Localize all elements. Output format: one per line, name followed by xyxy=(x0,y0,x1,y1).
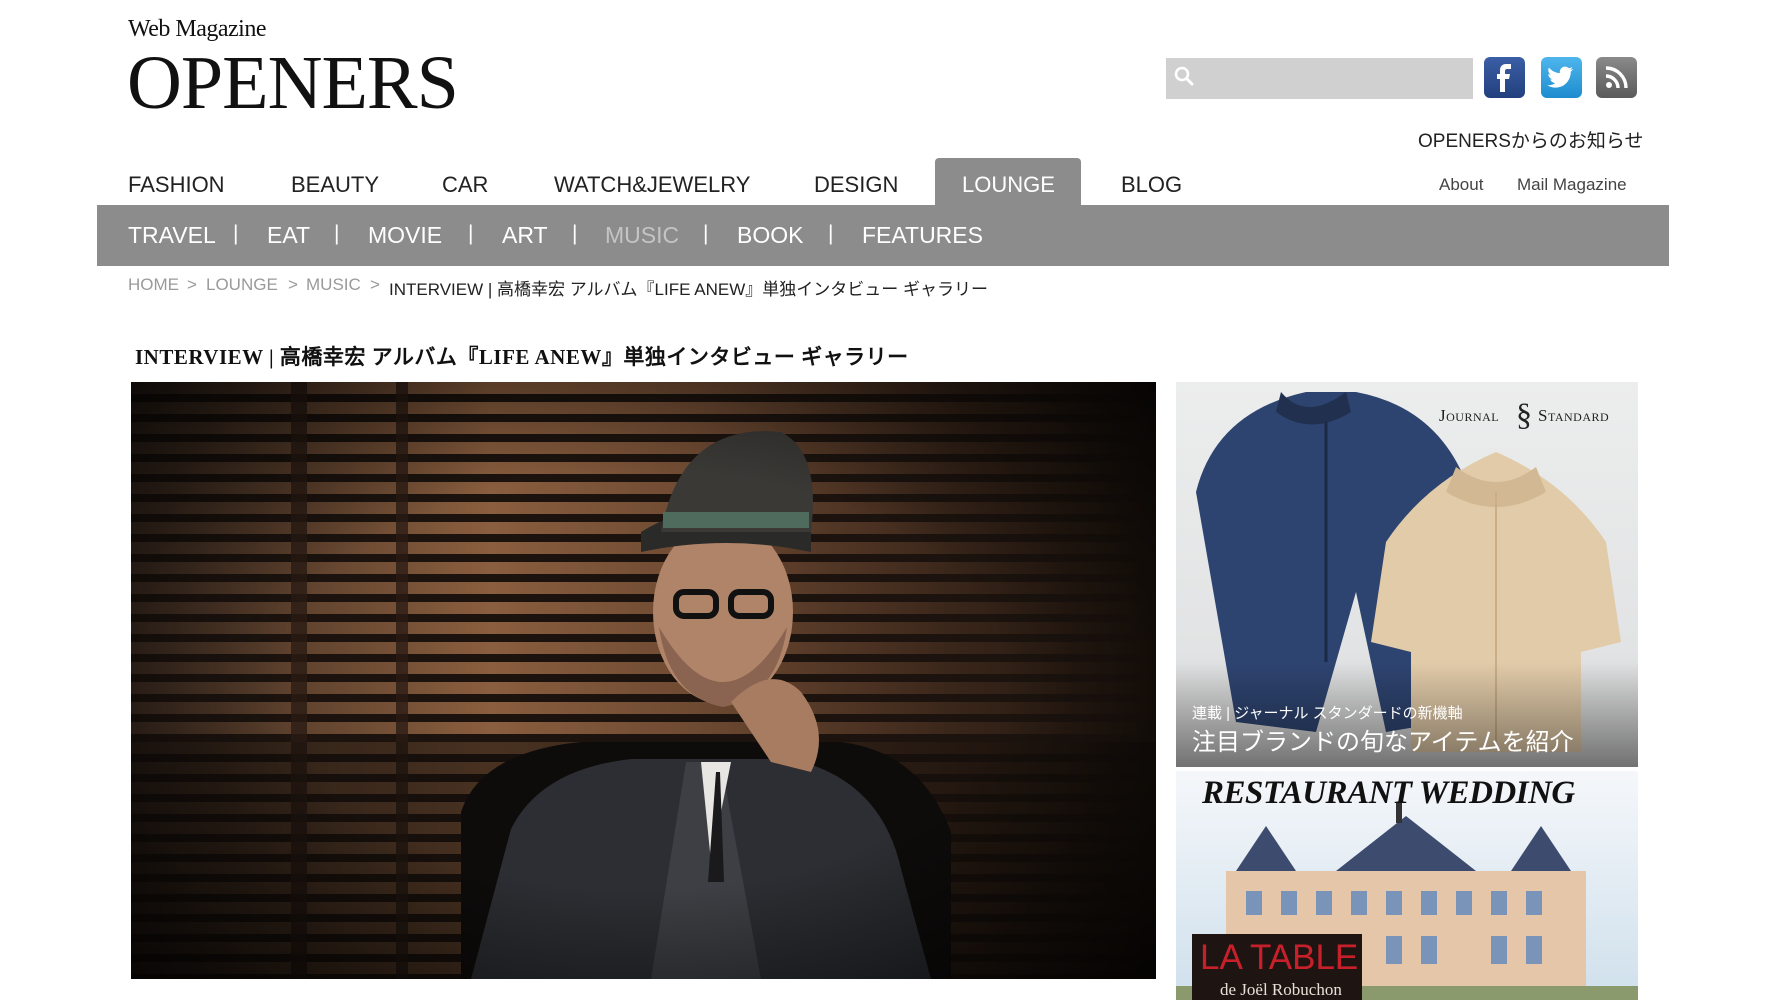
breadcrumb-separator: > xyxy=(187,275,197,294)
site-logo[interactable]: OPENERS xyxy=(127,38,459,128)
nav-design[interactable]: DESIGN xyxy=(814,172,898,198)
subnav-separator: | xyxy=(828,222,834,245)
breadcrumb-music[interactable]: MUSIC xyxy=(306,275,361,295)
nav-fashion[interactable]: FASHION xyxy=(128,172,225,198)
subnav-movie[interactable]: MOVIE xyxy=(368,222,442,249)
subnav-features[interactable]: FEATURES xyxy=(862,222,983,249)
ad-caption-large: 注目ブランドの旬なアイテムを紹介 xyxy=(1192,730,1574,756)
nav-beauty[interactable]: BEAUTY xyxy=(291,172,379,198)
nav-lounge[interactable]: LOUNGE xyxy=(962,172,1055,198)
nav-watch-jewelry[interactable]: WATCH&JEWELRY xyxy=(554,172,750,198)
mail-magazine-link[interactable]: Mail Magazine xyxy=(1517,175,1627,195)
journal-standard-logo-mark: § xyxy=(1516,396,1532,432)
journal-standard-ad[interactable]: Journal § Standard 連載 | ジャーナル スタンダードの新機軸… xyxy=(1176,382,1638,767)
ad-caption-small: 連載 | ジャーナル スタンダードの新機軸 xyxy=(1192,705,1463,722)
about-link[interactable]: About xyxy=(1439,175,1483,195)
subnav-separator: | xyxy=(572,222,578,245)
nav-car[interactable]: CAR xyxy=(442,172,488,198)
restaurant-wedding-ad[interactable]: RESTAURANT WEDDING LA TABLE de Joël Robu… xyxy=(1176,771,1638,1000)
subnav-separator: | xyxy=(703,222,709,245)
journal-standard-brand-left: Journal xyxy=(1439,406,1500,425)
rss-icon[interactable] xyxy=(1596,57,1637,98)
la-table-logo: LA TABLE xyxy=(1200,938,1359,977)
article-title: INTERVIEW | 高橋幸宏 アルバム『LIFE ANEW』単独インタビュー… xyxy=(135,345,909,369)
search-input[interactable] xyxy=(1166,58,1473,99)
breadcrumb-home[interactable]: HOME xyxy=(128,275,179,295)
subnav-music[interactable]: MUSIC xyxy=(605,222,679,249)
breadcrumb-current: INTERVIEW | 高橋幸宏 アルバム『LIFE ANEW』単独インタビュー… xyxy=(389,280,988,299)
hero-photo[interactable] xyxy=(131,382,1156,979)
subnav-art[interactable]: ART xyxy=(502,222,548,249)
la-table-logo-sub: de Joël Robuchon xyxy=(1220,980,1342,999)
breadcrumb-lounge[interactable]: LOUNGE xyxy=(206,275,278,295)
breadcrumb-separator: > xyxy=(288,275,298,294)
facebook-icon[interactable] xyxy=(1484,57,1525,98)
breadcrumb-separator: > xyxy=(370,275,380,294)
subnav-book[interactable]: BOOK xyxy=(737,222,803,249)
subnav-separator: | xyxy=(334,222,340,245)
subnav-travel[interactable]: TRAVEL xyxy=(128,222,216,249)
journal-standard-brand-right: Standard xyxy=(1538,406,1610,425)
subnav-separator: | xyxy=(468,222,474,245)
nav-blog[interactable]: BLOG xyxy=(1121,172,1182,198)
ad-headline: RESTAURANT WEDDING xyxy=(1202,775,1575,811)
search-icon[interactable] xyxy=(1172,64,1196,88)
twitter-icon[interactable] xyxy=(1541,57,1582,98)
subnav-eat[interactable]: EAT xyxy=(267,222,310,249)
la-table-logo-box: LA TABLE de Joël Robuchon xyxy=(1192,934,1362,1000)
subnav-separator: | xyxy=(233,222,239,245)
news-link[interactable]: OPENERSからのお知らせ xyxy=(1418,126,1644,153)
